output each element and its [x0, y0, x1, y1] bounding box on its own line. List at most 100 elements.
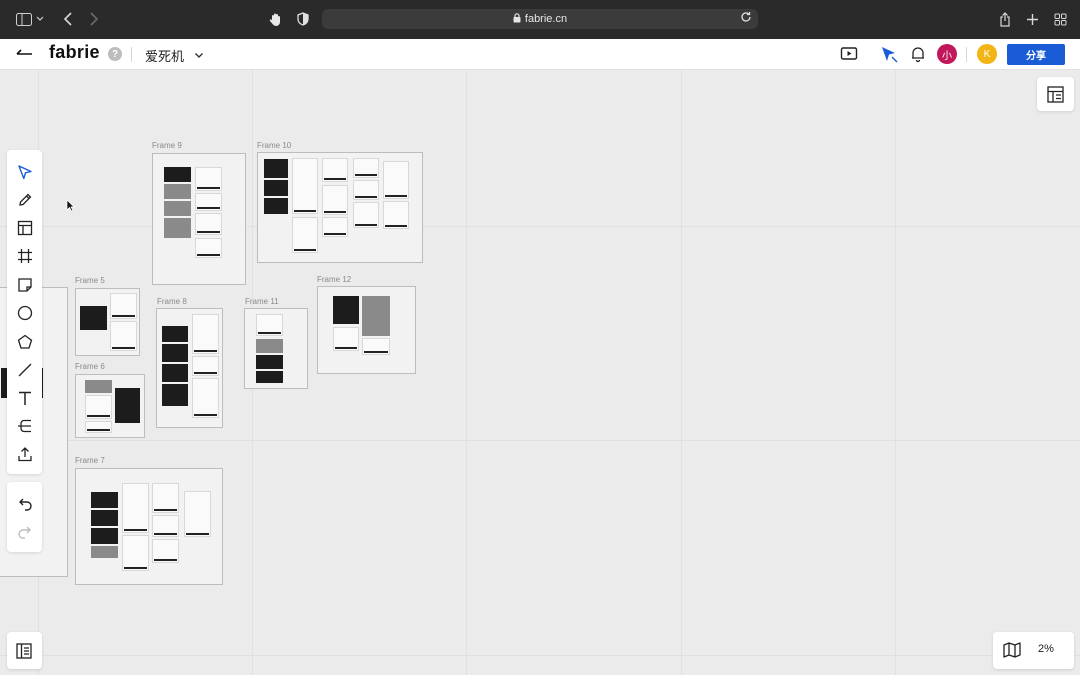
- undo-icon[interactable]: [15, 494, 34, 513]
- pen-icon[interactable]: [15, 190, 34, 209]
- image-thumbnail[interactable]: [333, 296, 359, 324]
- image-thumbnail[interactable]: [362, 338, 390, 355]
- help-icon[interactable]: ?: [108, 47, 122, 61]
- image-thumbnail[interactable]: [91, 492, 118, 508]
- image-thumbnail[interactable]: [115, 388, 140, 423]
- image-thumbnail[interactable]: [353, 180, 379, 200]
- image-thumbnail[interactable]: [91, 546, 118, 558]
- chevron-down-icon[interactable]: [193, 48, 205, 60]
- image-thumbnail[interactable]: [110, 293, 137, 319]
- image-thumbnail[interactable]: [162, 344, 188, 362]
- image-thumbnail[interactable]: [195, 238, 222, 258]
- board-canvas[interactable]: Frame 9 Frame 10 Frame 5 Frame 8 Frame 1…: [0, 70, 1080, 675]
- image-thumbnail[interactable]: [333, 327, 359, 351]
- image-thumbnail[interactable]: [164, 201, 191, 216]
- frame-10[interactable]: [257, 152, 423, 263]
- image-thumbnail[interactable]: [362, 296, 390, 336]
- line-icon[interactable]: [15, 360, 34, 379]
- bell-icon[interactable]: [909, 45, 927, 63]
- image-thumbnail[interactable]: [264, 198, 288, 214]
- browser-back-icon[interactable]: [58, 9, 78, 29]
- layers-panel-button[interactable]: [1037, 77, 1074, 111]
- share-sheet-icon[interactable]: [995, 9, 1015, 29]
- frame-7[interactable]: [75, 468, 223, 585]
- map-icon[interactable]: [1003, 642, 1021, 663]
- back-arrow-icon[interactable]: [14, 44, 34, 64]
- frame-label[interactable]: Frame 8: [157, 297, 187, 306]
- zoom-level[interactable]: 2%: [1038, 643, 1054, 655]
- outline-panel-button[interactable]: [7, 632, 42, 669]
- frame-label[interactable]: Frame 7: [75, 456, 105, 465]
- frame-label[interactable]: Frame 5: [75, 276, 105, 285]
- redo-icon[interactable]: [15, 522, 34, 541]
- image-thumbnail[interactable]: [256, 339, 283, 353]
- frame-9[interactable]: [152, 153, 246, 285]
- chevron-down-icon[interactable]: [34, 9, 46, 29]
- image-thumbnail[interactable]: [256, 314, 283, 336]
- address-bar[interactable]: fabrie.cn: [322, 9, 758, 29]
- reload-icon[interactable]: [740, 11, 752, 26]
- frame-label[interactable]: Frame 12: [317, 275, 351, 284]
- frame-label[interactable]: Frame 10: [257, 141, 291, 150]
- image-thumbnail[interactable]: [322, 158, 348, 182]
- share-button[interactable]: 分享: [1007, 44, 1065, 65]
- circle-icon[interactable]: [15, 303, 34, 322]
- image-thumbnail[interactable]: [164, 167, 191, 182]
- image-thumbnail[interactable]: [122, 535, 149, 571]
- image-thumbnail[interactable]: [256, 355, 283, 369]
- image-thumbnail[interactable]: [264, 180, 288, 196]
- tab-overview-icon[interactable]: [1050, 9, 1070, 29]
- image-thumbnail[interactable]: [292, 158, 318, 214]
- frame-6[interactable]: [75, 374, 145, 438]
- sidebar-toggle-icon[interactable]: [14, 9, 34, 29]
- zoom-control[interactable]: [993, 632, 1074, 669]
- image-thumbnail[interactable]: [184, 491, 211, 537]
- image-thumbnail[interactable]: [322, 217, 348, 237]
- image-thumbnail[interactable]: [264, 159, 288, 178]
- image-thumbnail[interactable]: [353, 202, 379, 228]
- image-thumbnail[interactable]: [164, 218, 191, 238]
- frame-label[interactable]: Frame 11: [245, 297, 279, 306]
- frame-12[interactable]: [317, 286, 416, 374]
- image-thumbnail[interactable]: [162, 364, 188, 382]
- image-thumbnail[interactable]: [383, 201, 409, 229]
- image-thumbnail[interactable]: [152, 515, 179, 537]
- image-thumbnail[interactable]: [85, 421, 112, 433]
- avatar[interactable]: K: [977, 44, 997, 64]
- select-icon[interactable]: [15, 162, 34, 181]
- present-icon[interactable]: [840, 45, 858, 63]
- mindmap-icon[interactable]: [15, 416, 34, 435]
- frame-11[interactable]: [244, 308, 308, 389]
- image-thumbnail[interactable]: [192, 356, 219, 376]
- board-title[interactable]: 爱死机: [145, 46, 184, 65]
- image-thumbnail[interactable]: [256, 371, 283, 383]
- upload-icon[interactable]: [15, 444, 34, 463]
- shield-icon[interactable]: [293, 9, 313, 29]
- avatar[interactable]: 小: [937, 44, 957, 64]
- hand-icon[interactable]: [266, 9, 286, 29]
- image-thumbnail[interactable]: [192, 378, 219, 418]
- image-thumbnail[interactable]: [91, 510, 118, 526]
- image-thumbnail[interactable]: [162, 326, 188, 342]
- image-thumbnail[interactable]: [110, 321, 137, 351]
- sticky-note-icon[interactable]: [15, 275, 34, 294]
- image-thumbnail[interactable]: [85, 380, 112, 393]
- image-thumbnail[interactable]: [195, 167, 222, 191]
- polygon-icon[interactable]: [15, 332, 34, 351]
- image-thumbnail[interactable]: [192, 314, 219, 354]
- image-thumbnail[interactable]: [152, 483, 179, 513]
- frame-icon[interactable]: [15, 246, 34, 265]
- text-icon[interactable]: [15, 388, 34, 407]
- browser-forward-icon[interactable]: [84, 9, 104, 29]
- image-thumbnail[interactable]: [322, 185, 348, 215]
- image-thumbnail[interactable]: [91, 528, 118, 544]
- image-thumbnail[interactable]: [195, 193, 222, 211]
- image-thumbnail[interactable]: [152, 539, 179, 563]
- follow-cursor-icon[interactable]: [880, 45, 898, 63]
- frame-label[interactable]: Frame 6: [75, 362, 105, 371]
- app-logo[interactable]: fabrie: [49, 42, 100, 63]
- image-thumbnail[interactable]: [353, 158, 379, 178]
- new-tab-icon[interactable]: [1022, 9, 1042, 29]
- image-thumbnail[interactable]: [195, 213, 222, 235]
- image-thumbnail[interactable]: [162, 384, 188, 406]
